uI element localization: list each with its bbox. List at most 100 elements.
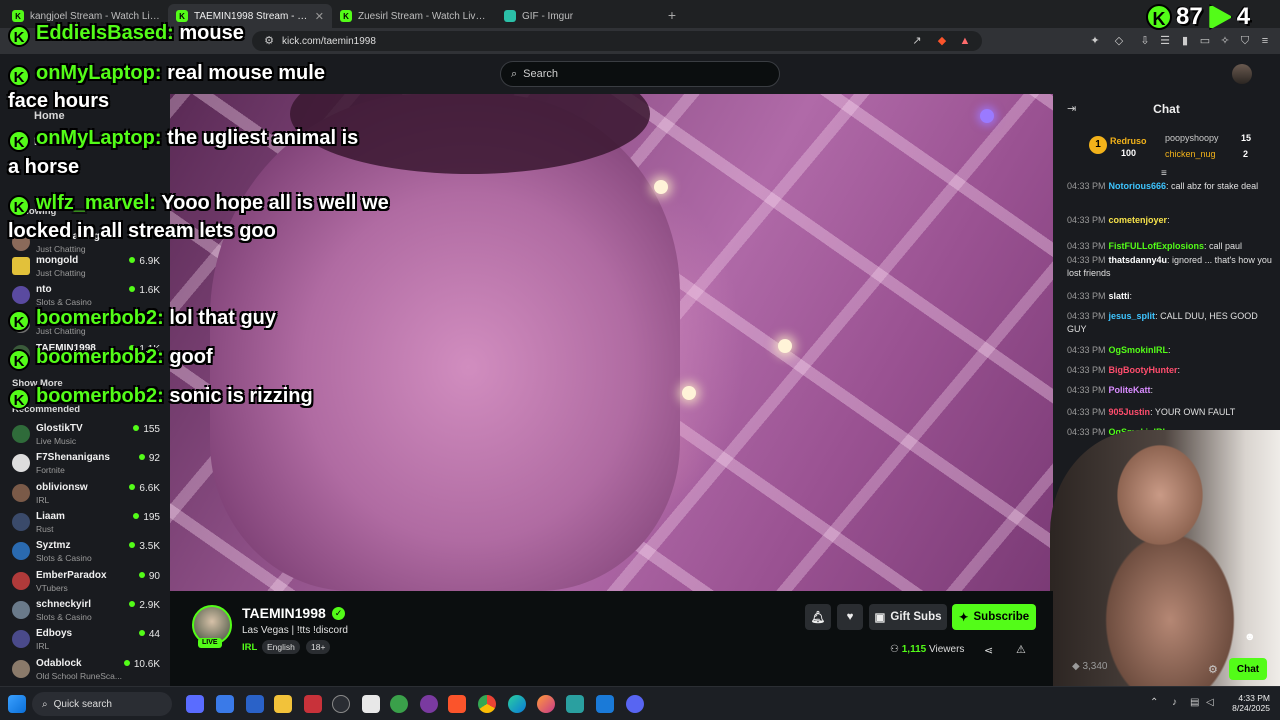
- site-info-icon[interactable]: ⚙: [262, 34, 276, 48]
- taskbar-search[interactable]: ⌕ Quick search: [32, 692, 172, 716]
- chat-message: 04:33 PMOgSmokinIRL:: [1067, 344, 1277, 357]
- chat-username[interactable]: PoliteKatt: [1109, 385, 1151, 395]
- leaderboard-name[interactable]: Redruso: [1110, 136, 1147, 146]
- chat-message: 04:33 PM slatti:: [1067, 290, 1277, 303]
- chat-send-button[interactable]: Chat: [1229, 658, 1267, 680]
- share-icon[interactable]: ⋖: [984, 644, 993, 657]
- settings-gear-icon[interactable]: ⚙: [1208, 663, 1218, 676]
- channel-name[interactable]: TAEMIN1998: [242, 605, 326, 621]
- gift-subs-button[interactable]: ▣ Gift Subs: [869, 604, 947, 630]
- leaderboard-name[interactable]: chicken_nug: [1165, 149, 1216, 159]
- sidebar-channel-glostiktv[interactable]: GlostikTV Live Music 155: [10, 422, 166, 452]
- vpn-icon[interactable]: ⛉: [1238, 34, 1252, 48]
- video-player[interactable]: [170, 94, 1053, 591]
- taskbar-app-icon[interactable]: [186, 695, 204, 713]
- chevron-up-icon[interactable]: ⌃: [1150, 697, 1158, 708]
- emoji-icon[interactable]: ☻: [1244, 631, 1256, 643]
- browser-tab-2[interactable]: KTAEMIN1998 Stream - Watch✕: [168, 4, 332, 28]
- network-icon[interactable]: ▤: [1190, 697, 1199, 708]
- brave-browser-icon[interactable]: [448, 695, 466, 713]
- taskbar-app-icon[interactable]: [332, 695, 350, 713]
- search-input[interactable]: ⌕ Search: [500, 61, 780, 87]
- sidebar-channel-taemin1998[interactable]: TAEMIN1998 1.1K: [10, 342, 166, 372]
- taskbar-app-icon[interactable]: [304, 695, 322, 713]
- sidebar: Home Browse Following Just Chatting Just …: [0, 94, 170, 686]
- chat-username[interactable]: thatsdanny4u: [1109, 255, 1168, 265]
- taskbar-app-icon[interactable]: [390, 695, 408, 713]
- sidebar-channel-oblivionsw[interactable]: oblivionsw IRL 6.6K: [10, 481, 166, 511]
- brave-shield-icon[interactable]: ◆: [935, 34, 949, 48]
- sidebar-channel-schneckyirl[interactable]: schneckyirl Slots & Casino 2.9K: [10, 598, 166, 628]
- live-badge: LIVE: [198, 638, 222, 648]
- extensions-icon[interactable]: ✦: [1088, 34, 1102, 48]
- sidebar-channel[interactable]: nto Slots & Casino 1.6K: [10, 283, 166, 313]
- extension-icon[interactable]: ◇: [1112, 34, 1126, 48]
- chrome-icon[interactable]: [478, 695, 496, 713]
- leaderboard-name[interactable]: poopyshoopy: [1165, 133, 1219, 143]
- leo-icon[interactable]: ✧: [1218, 34, 1232, 48]
- new-tab-button[interactable]: +: [660, 4, 684, 28]
- follow-button[interactable]: ♥: [837, 604, 863, 630]
- menu-icon[interactable]: ≡: [1258, 34, 1272, 48]
- sidebar-channel-f7shenanigans[interactable]: F7Shenanigans Fortnite 92: [10, 451, 166, 481]
- download-icon[interactable]: ⇩: [1138, 34, 1152, 48]
- chat-timestamp: 04:33 PM: [1067, 215, 1106, 225]
- taskbar-app-icon[interactable]: [420, 695, 438, 713]
- sidebar-channel-liaam[interactable]: Liaam Rust 195: [10, 510, 166, 540]
- sidebar-channel-emberparadox[interactable]: EmberParadox VTubers 90: [10, 569, 166, 599]
- kick-icon: K: [176, 10, 188, 22]
- taskbar-app-icon[interactable]: [362, 695, 380, 713]
- share-icon[interactable]: ↗: [910, 34, 924, 48]
- url-input[interactable]: ⚙ kick.com/taemin1998: [252, 31, 982, 51]
- taskbar-app-icon[interactable]: [566, 695, 584, 713]
- chat-username[interactable]: jesus_split: [1109, 311, 1156, 321]
- chat-username[interactable]: cometenjoyer: [1109, 215, 1168, 225]
- tag-english[interactable]: English: [262, 640, 300, 654]
- bookmarks-icon[interactable]: ☰: [1158, 34, 1172, 48]
- sidebar-channel-mongold[interactable]: mongold Just Chatting 6.9K: [10, 254, 166, 284]
- star-icon: ✦: [958, 612, 969, 624]
- wallet-icon[interactable]: ▭: [1198, 34, 1212, 48]
- vscode-icon[interactable]: [596, 695, 614, 713]
- browser-tab-4[interactable]: GIF - Imgur: [496, 4, 660, 28]
- sidebar-icon[interactable]: ▮: [1178, 34, 1192, 48]
- subscribe-button[interactable]: ✦ Subscribe: [952, 604, 1036, 630]
- channel-points[interactable]: ◆ 3,340: [1072, 661, 1108, 672]
- discord-icon[interactable]: [626, 695, 644, 713]
- taskbar-app-icon[interactable]: [216, 695, 234, 713]
- windows-taskbar: ⌕ Quick search ⌃ ♪ ▤ ◁ 4:33 PM 8/24/2025: [0, 686, 1280, 720]
- chat-message: 04:33 PM cometenjoyer:: [1067, 214, 1277, 227]
- chat-username[interactable]: slatti: [1109, 291, 1130, 301]
- chat-username[interactable]: FistFULLofExplosions: [1109, 241, 1205, 251]
- close-icon[interactable]: ✕: [315, 10, 324, 23]
- clock[interactable]: 4:33 PM 8/24/2025: [1226, 693, 1270, 713]
- windows-start-icon[interactable]: [8, 695, 26, 713]
- sidebar-home[interactable]: Home: [34, 110, 65, 122]
- edge-icon[interactable]: [508, 695, 526, 713]
- sidebar-browse[interactable]: Browse: [34, 136, 74, 148]
- stream-category[interactable]: IRL: [242, 642, 257, 653]
- show-more-link[interactable]: Show More: [12, 378, 63, 389]
- chat-timestamp: 04:33 PM: [1067, 255, 1106, 265]
- browser-tab-3[interactable]: KZuesirl Stream - Watch Live on Kick: [332, 4, 496, 28]
- chat-username[interactable]: Notorious666: [1109, 181, 1167, 191]
- firefox-icon[interactable]: [537, 695, 555, 713]
- microphone-icon[interactable]: ♪: [1172, 697, 1177, 708]
- tag-18plus[interactable]: 18+: [306, 640, 331, 654]
- user-avatar[interactable]: [1232, 64, 1252, 84]
- taskbar-app-icon[interactable]: [246, 695, 264, 713]
- sidebar-channel-edboys[interactable]: Edboys IRL 44: [10, 627, 166, 657]
- file-explorer-icon[interactable]: [274, 695, 292, 713]
- chat-username[interactable]: BigBootyHunter: [1109, 365, 1178, 375]
- browser-tab-1[interactable]: Kkangjoel Stream - Watch Live on: [4, 4, 168, 28]
- chat-username[interactable]: OgSmokinIRL: [1109, 345, 1169, 355]
- chat-username[interactable]: 905Justin: [1109, 407, 1151, 417]
- sidebar-channel-syztmz[interactable]: Syztmz Slots & Casino 3.5K: [10, 539, 166, 569]
- sidebar-channel[interactable]: Just Chatting: [10, 312, 166, 342]
- brave-rewards-icon[interactable]: ▲: [958, 34, 972, 48]
- pinned-toggle-icon[interactable]: ≡: [1161, 168, 1167, 179]
- sidebar-channel-odablock[interactable]: Odablock Old School RuneSca... 10.6K: [10, 657, 166, 687]
- volume-icon[interactable]: ◁: [1206, 697, 1214, 708]
- report-icon[interactable]: ⚠: [1016, 643, 1026, 656]
- notification-bell-button[interactable]: 🔔︎: [805, 604, 831, 630]
